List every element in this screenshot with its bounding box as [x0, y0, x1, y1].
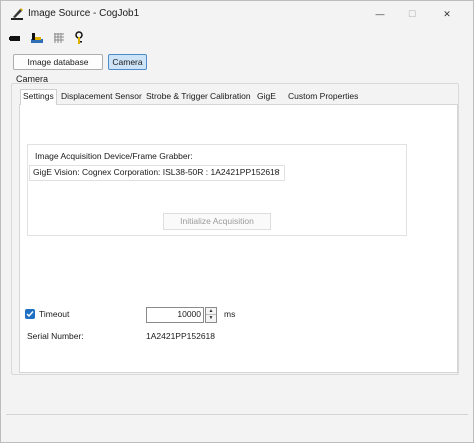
camera-group-label: Camera: [16, 74, 49, 84]
initialize-acquisition-button[interactable]: Initialize Acquisition: [163, 213, 271, 230]
device-select-value: GigE Vision: Cognex Corporation: ISL38-5…: [33, 167, 280, 177]
key-icon[interactable]: [72, 31, 86, 45]
camera-button[interactable]: Camera: [108, 54, 147, 70]
timeout-unit-label: ms: [224, 309, 236, 319]
status-bar: [6, 414, 468, 437]
serial-number-label: Serial Number:: [27, 331, 84, 341]
timeout-checkbox[interactable]: [25, 309, 35, 319]
timeout-stepper[interactable]: ▲ ▼: [205, 307, 217, 323]
device-label: Image Acquisition Device/Frame Grabber:: [35, 151, 193, 161]
camera-icon[interactable]: [9, 31, 23, 45]
tab-gige[interactable]: GigE: [256, 90, 277, 103]
close-button[interactable]: ✕: [433, 5, 461, 23]
tab-displacement-sensor[interactable]: Displacement Sensor: [60, 90, 143, 103]
tab-settings[interactable]: Settings: [20, 89, 57, 105]
spin-up-icon[interactable]: ▲: [206, 308, 216, 315]
device-select[interactable]: GigE Vision: Cognex Corporation: ISL38-5…: [29, 165, 285, 181]
minimize-button[interactable]: —: [366, 5, 394, 23]
window-title: Image Source - CogJob1: [28, 8, 140, 19]
image-database-button[interactable]: Image database: [13, 54, 103, 70]
tab-calibration[interactable]: Calibration: [209, 90, 252, 103]
chevron-down-icon: ⌵: [273, 166, 280, 175]
toolbar: [1, 28, 473, 48]
title-bar: Image Source - CogJob1 — ☐ ✕: [1, 1, 473, 28]
serial-number-value: 1A2421PP152618: [146, 331, 216, 341]
timeout-value: 10000: [177, 309, 201, 319]
tab-custom-properties[interactable]: Custom Properties: [287, 90, 359, 103]
image-stack-icon[interactable]: [30, 31, 44, 45]
checkmark-icon: [26, 311, 34, 318]
grid-icon[interactable]: [52, 31, 66, 45]
timeout-input[interactable]: 10000: [146, 307, 204, 323]
timeout-label: Timeout: [39, 309, 70, 319]
spin-down-icon[interactable]: ▼: [206, 315, 216, 322]
maximize-button[interactable]: ☐: [398, 5, 426, 23]
image-source-window: Image Source - CogJob1 — ☐ ✕ Image datab…: [0, 0, 474, 443]
pen-app-icon: [10, 7, 24, 21]
tab-strobe-trigger[interactable]: Strobe & Trigger: [145, 90, 209, 103]
